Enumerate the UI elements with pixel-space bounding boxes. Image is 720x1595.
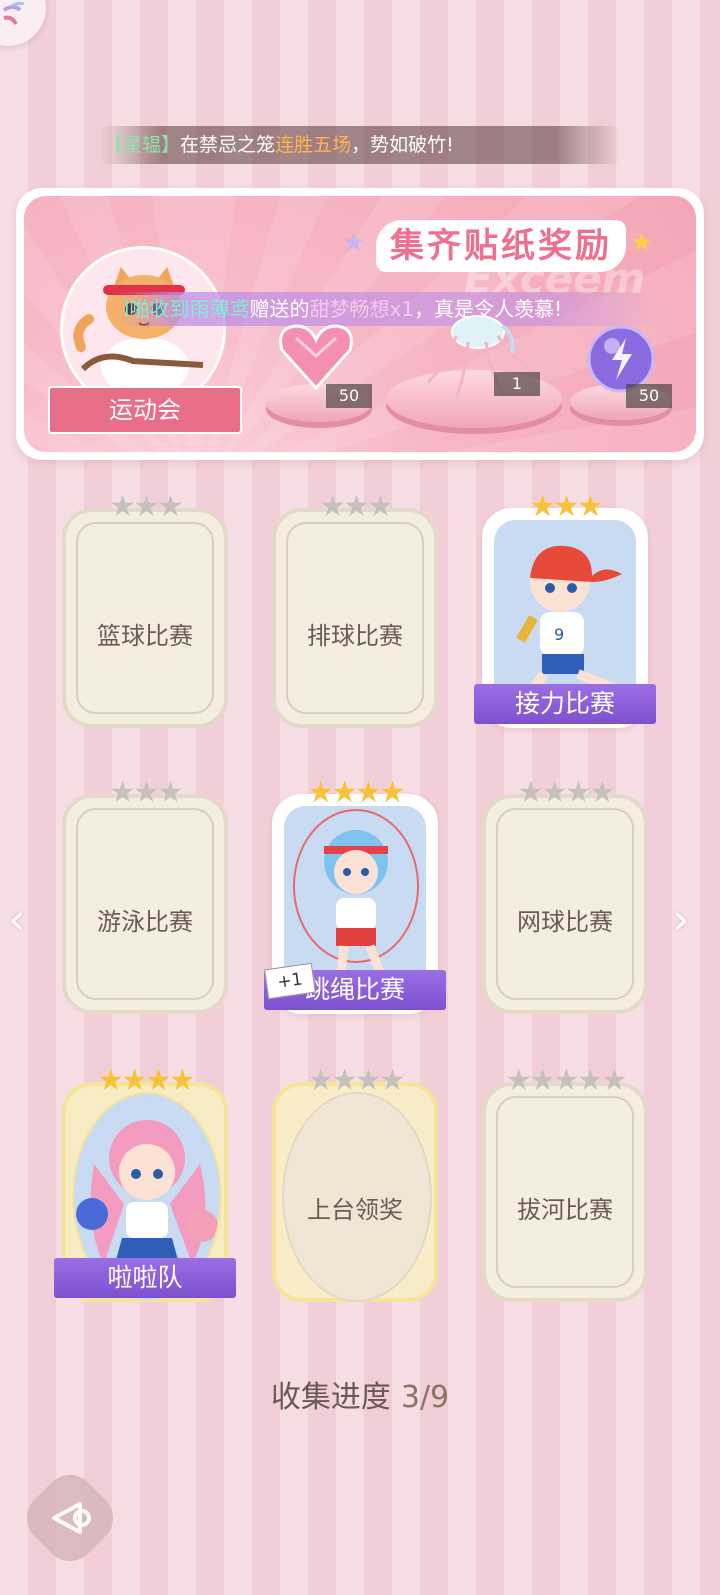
ticker-bracket: 】 xyxy=(161,134,181,156)
card-label: 游泳比赛 xyxy=(97,908,193,936)
gift-giver: 雨薄鸢 xyxy=(189,297,250,321)
star-icon: ★★★★ xyxy=(307,775,406,810)
card-label: 排球比赛 xyxy=(307,622,403,650)
reward-count: 50 xyxy=(626,384,672,408)
runner-girl-icon: 9 xyxy=(494,520,636,706)
star-icon: ★★★★★ xyxy=(505,1063,627,1098)
sticker-card[interactable]: ★★★★ 上台领奖 xyxy=(272,1064,438,1302)
card-name-plate: 啦啦队 xyxy=(54,1258,236,1298)
card-label: 网球比赛 xyxy=(517,908,613,936)
ticker-player: 星辒 xyxy=(123,134,162,156)
back-arrow-icon xyxy=(52,1502,91,1534)
svg-text:9: 9 xyxy=(554,625,564,644)
card-name-plate: 接力比赛 xyxy=(474,684,656,724)
star-rating: ★★★★ xyxy=(482,776,648,810)
back-button[interactable] xyxy=(16,1464,124,1572)
star-icon: ★★★ xyxy=(109,489,184,524)
ticker-text: 在禁忌之笼 xyxy=(180,134,276,156)
card-label: 篮球比赛 xyxy=(97,622,193,650)
star-icon: ★ xyxy=(630,228,654,258)
prev-page-arrow[interactable]: ‹ xyxy=(8,895,38,945)
broadcast-ticker: 【星辒】在禁忌之笼连胜五场，势如破竹! xyxy=(100,126,620,164)
gift-item: 甜梦畅想x1 xyxy=(309,297,415,321)
star-icon: ★★★★ xyxy=(307,1063,406,1098)
star-rating: ★★★★ xyxy=(62,1064,228,1098)
event-name-plate: 运动会 xyxy=(48,386,242,434)
star-rating: ★★★★★ xyxy=(482,1064,648,1098)
reward-count: 50 xyxy=(326,384,372,408)
star-rating: ★★★★ xyxy=(272,1064,438,1098)
card-label: 拔河比赛 xyxy=(517,1196,613,1224)
sticker-card[interactable]: ★★★★ 啦啦队 xyxy=(54,1064,236,1302)
star-icon: ★★★ xyxy=(109,775,184,810)
progress-label: 收集进度 xyxy=(270,1380,391,1415)
collection-progress: 收集进度 3/9 xyxy=(0,1372,720,1416)
progress-value: 3/9 xyxy=(400,1380,450,1415)
gift-broadcast-text: 赠送的 xyxy=(249,297,310,321)
sticker-reward-banner: Exceem ★ ★ 集齐贴纸奖励 l啪收到雨薄鸢赠送的甜梦畅想x1，真是令人羡… xyxy=(16,188,704,460)
star-icon: ★★★ xyxy=(319,489,394,524)
star-icon: ★★★★ xyxy=(97,1063,196,1098)
star-rating: ★★★ xyxy=(62,490,228,524)
menu-button[interactable] xyxy=(0,0,46,46)
ticker-highlight: 连胜五场 xyxy=(275,134,352,156)
star-icon: ★★★★ xyxy=(517,775,616,810)
banner-title: 集齐贴纸奖励 xyxy=(376,220,626,272)
heart-gem-icon[interactable] xyxy=(276,320,356,392)
relay-runner-art: 9 xyxy=(494,520,636,706)
cat-mascot-icon xyxy=(73,267,204,397)
sticker-card[interactable]: 9 ★★★ 接力比赛 xyxy=(474,490,656,728)
star-rating: ★★★★ xyxy=(272,776,438,810)
ticker-bracket: 【 xyxy=(104,134,124,156)
sticker-card[interactable]: ★★★★ 跳绳比赛 +1 xyxy=(264,776,446,1014)
sticker-card[interactable]: ★★★★★ 拔河比赛 xyxy=(482,1064,648,1302)
star-icon: ★ xyxy=(342,228,366,258)
sticker-card[interactable]: ★★★★ 网球比赛 xyxy=(482,776,648,1014)
next-page-arrow[interactable]: › xyxy=(672,895,702,945)
ticker-text: ，势如破竹! xyxy=(351,134,454,156)
reward-count: 1 xyxy=(494,372,540,396)
star-rating: ★★★ xyxy=(482,490,648,524)
sticker-card[interactable]: ★★★ 游泳比赛 xyxy=(62,776,228,1014)
card-label: 上台领奖 xyxy=(307,1196,403,1224)
star-icon: ★★★ xyxy=(529,489,604,524)
sticker-card[interactable]: ★★★ 篮球比赛 xyxy=(62,490,228,728)
gift-broadcast-prefix: l啪收到 xyxy=(124,297,190,321)
star-rating: ★★★ xyxy=(62,776,228,810)
gift-broadcast: l啪收到雨薄鸢赠送的甜梦畅想x1，真是令人羡慕! xyxy=(118,292,658,326)
star-rating: ★★★ xyxy=(272,490,438,524)
pinwheel-icon xyxy=(2,1,25,25)
sticker-card[interactable]: ★★★ 排球比赛 xyxy=(272,490,438,728)
